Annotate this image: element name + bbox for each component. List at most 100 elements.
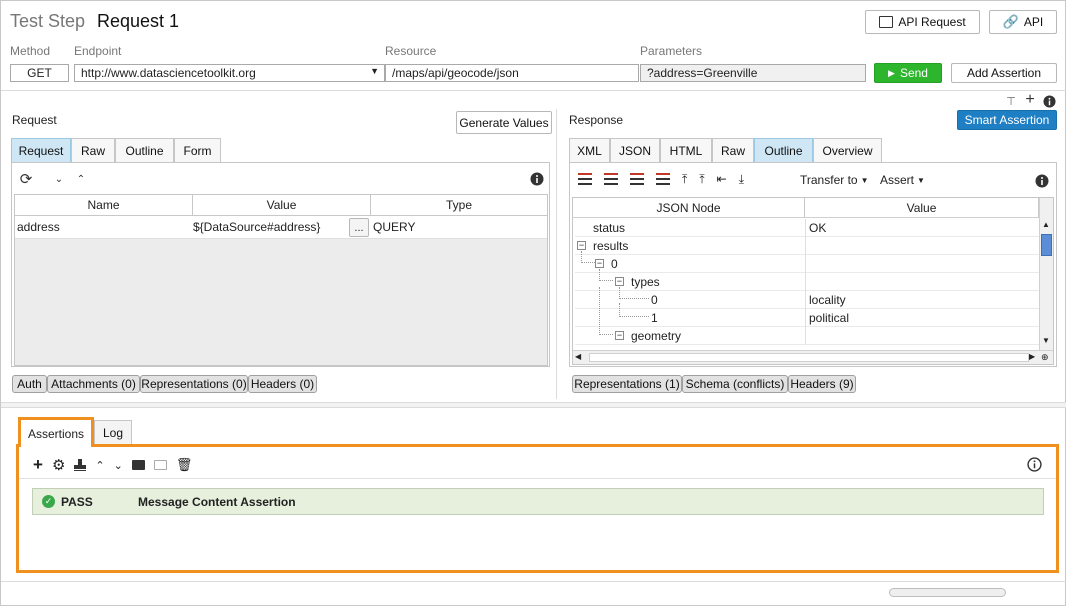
title-prefix: Test Step	[10, 11, 86, 31]
column-header-json-node[interactable]: JSON Node	[573, 198, 805, 218]
tab-auth[interactable]: Auth	[12, 375, 47, 393]
column-separator	[805, 327, 806, 345]
tab-schema[interactable]: Schema (conflicts)	[682, 375, 788, 393]
stamp-icon[interactable]	[74, 459, 87, 471]
collapse-icon[interactable]: ⊤	[1004, 94, 1018, 108]
transfer-to-menu[interactable]: Transfer to ▼	[800, 173, 869, 187]
param-name: address	[17, 220, 60, 234]
add-icon[interactable]: +	[33, 456, 43, 473]
add-assertion-button[interactable]: Add Assertion	[951, 63, 1057, 83]
tab-label: Representations (1)	[574, 377, 680, 391]
assertions-panel: + ⚙ ⌃ ⌄ 🗑 ✓ PASS Message Content Asserti…	[16, 444, 1059, 573]
params-table: Name Value Type address ${DataSource#add…	[14, 194, 548, 366]
chevron-down-icon[interactable]: ⌄	[114, 459, 123, 472]
assertion-status: PASS	[61, 495, 93, 509]
info-icon[interactable]	[1034, 173, 1050, 189]
tab-attachments[interactable]: Attachments (0)	[47, 375, 140, 393]
tab-html[interactable]: HTML	[660, 138, 712, 162]
collapse-all-icon[interactable]	[604, 173, 618, 185]
move-back-icon[interactable]: ⇤	[717, 173, 727, 185]
play-icon: ▶	[888, 67, 895, 78]
tree-row[interactable]: − 0	[575, 251, 1039, 273]
collapse-toggle-icon[interactable]: −	[595, 259, 604, 268]
parameters-value: ?address=Greenville	[647, 66, 758, 80]
method-select[interactable]: GET	[10, 64, 69, 82]
tab-log[interactable]: Log	[94, 420, 132, 444]
move-down-icon[interactable]: ⤓	[739, 173, 744, 185]
tab-form[interactable]: Form	[174, 138, 221, 162]
expand-node-icon[interactable]	[630, 173, 644, 185]
tree-row[interactable]: − results	[575, 237, 1039, 255]
table-row[interactable]: address ${DataSource#address} ... QUERY	[15, 215, 547, 239]
column-header-value[interactable]: Value	[193, 195, 371, 215]
tab-raw[interactable]: Raw	[71, 138, 115, 162]
horizontal-scrollbar[interactable]: ◀ ▶ ⊕	[573, 350, 1053, 364]
param-type[interactable]: QUERY	[373, 216, 415, 238]
trash-icon[interactable]: 🗑	[176, 457, 193, 473]
param-value[interactable]: ${DataSource#address}	[193, 216, 320, 238]
api-request-button[interactable]: API Request	[865, 10, 980, 34]
panel-splitter[interactable]	[556, 109, 557, 399]
tab-request[interactable]: Request	[11, 138, 71, 162]
tab-headers[interactable]: Headers (9)	[788, 375, 856, 393]
send-button[interactable]: ▶ Send	[874, 63, 942, 83]
plus-icon[interactable]: +	[1023, 91, 1037, 108]
tab-raw[interactable]: Raw	[712, 138, 754, 162]
scroll-right-icon[interactable]: ▶	[1029, 352, 1035, 361]
method-value: GET	[27, 66, 52, 80]
chevron-up-icon[interactable]: ⌃	[74, 171, 88, 187]
gear-icon[interactable]: ⚙	[52, 456, 65, 474]
column-header-type[interactable]: Type	[371, 195, 547, 215]
tab-label: Outline	[125, 143, 164, 158]
tab-representations[interactable]: Representations (0)	[140, 375, 248, 393]
tab-assertions[interactable]: Assertions	[18, 417, 94, 447]
tab-json[interactable]: JSON	[610, 138, 660, 162]
vertical-scrollbar[interactable]: ▲ ▼	[1039, 198, 1053, 350]
info-icon[interactable]	[1042, 94, 1056, 108]
tree-row[interactable]: − geometry	[575, 287, 1039, 345]
expand-all-icon[interactable]	[578, 173, 592, 185]
move-top-icon[interactable]: ⤒	[682, 173, 687, 185]
assert-menu[interactable]: Assert ▼	[880, 173, 925, 187]
folder-icon[interactable]	[153, 460, 167, 470]
assertion-row[interactable]: ✓ PASS Message Content Assertion	[32, 488, 1044, 515]
move-up-icon[interactable]: ⤒	[699, 173, 704, 185]
ellipsis-label: ...	[354, 221, 364, 234]
horizontal-splitter[interactable]	[1, 402, 1066, 408]
smart-assertion-button[interactable]: Smart Assertion	[957, 110, 1057, 130]
endpoint-combobox[interactable]: http://www.datasciencetoolkit.org ▼	[74, 64, 385, 82]
tab-xml[interactable]: XML	[569, 138, 610, 162]
info-icon[interactable]	[1026, 456, 1042, 472]
tab-outline[interactable]: Outline	[754, 138, 813, 162]
tree-row[interactable]: 1 political	[575, 303, 1039, 327]
column-header-value[interactable]: Value	[805, 198, 1039, 218]
chevron-down-icon[interactable]: ⌄	[52, 171, 66, 187]
tab-representations[interactable]: Representations (1)	[572, 375, 682, 393]
dropdown-arrow-icon[interactable]: ▼	[370, 66, 379, 76]
scroll-up-icon[interactable]: ▲	[1042, 220, 1050, 229]
zoom-icon[interactable]: ⊕	[1041, 352, 1049, 363]
column-header-name[interactable]: Name	[15, 195, 193, 215]
collapse-toggle-icon[interactable]: −	[615, 277, 624, 286]
collapse-node-icon[interactable]	[656, 173, 670, 185]
scroll-left-icon[interactable]: ◀	[575, 352, 581, 361]
refresh-icon[interactable]: ⟳	[18, 171, 34, 188]
collapse-toggle-icon[interactable]: −	[615, 331, 624, 340]
scrollbar-thumb[interactable]	[1041, 234, 1052, 256]
scroll-down-icon[interactable]: ▼	[1042, 336, 1050, 345]
tab-outline[interactable]: Outline	[115, 138, 174, 162]
chevron-up-icon[interactable]: ⌃	[95, 459, 104, 472]
folder-add-icon[interactable]	[131, 460, 145, 470]
ellipsis-button[interactable]: ...	[349, 218, 369, 237]
tree-line	[581, 251, 595, 263]
parameters-field[interactable]: ?address=Greenville	[640, 64, 866, 82]
collapse-toggle-icon[interactable]: −	[577, 241, 586, 250]
api-button[interactable]: 🔗 API	[989, 10, 1057, 34]
info-icon[interactable]	[529, 171, 545, 187]
scrollbar-track[interactable]	[589, 353, 1029, 362]
generate-values-button[interactable]: Generate Values	[456, 111, 552, 134]
tab-overview[interactable]: Overview	[813, 138, 882, 162]
resource-field[interactable]: /maps/api/geocode/json	[385, 64, 639, 82]
tab-headers[interactable]: Headers (0)	[248, 375, 317, 393]
tree-row[interactable]: status OK	[575, 219, 1039, 237]
